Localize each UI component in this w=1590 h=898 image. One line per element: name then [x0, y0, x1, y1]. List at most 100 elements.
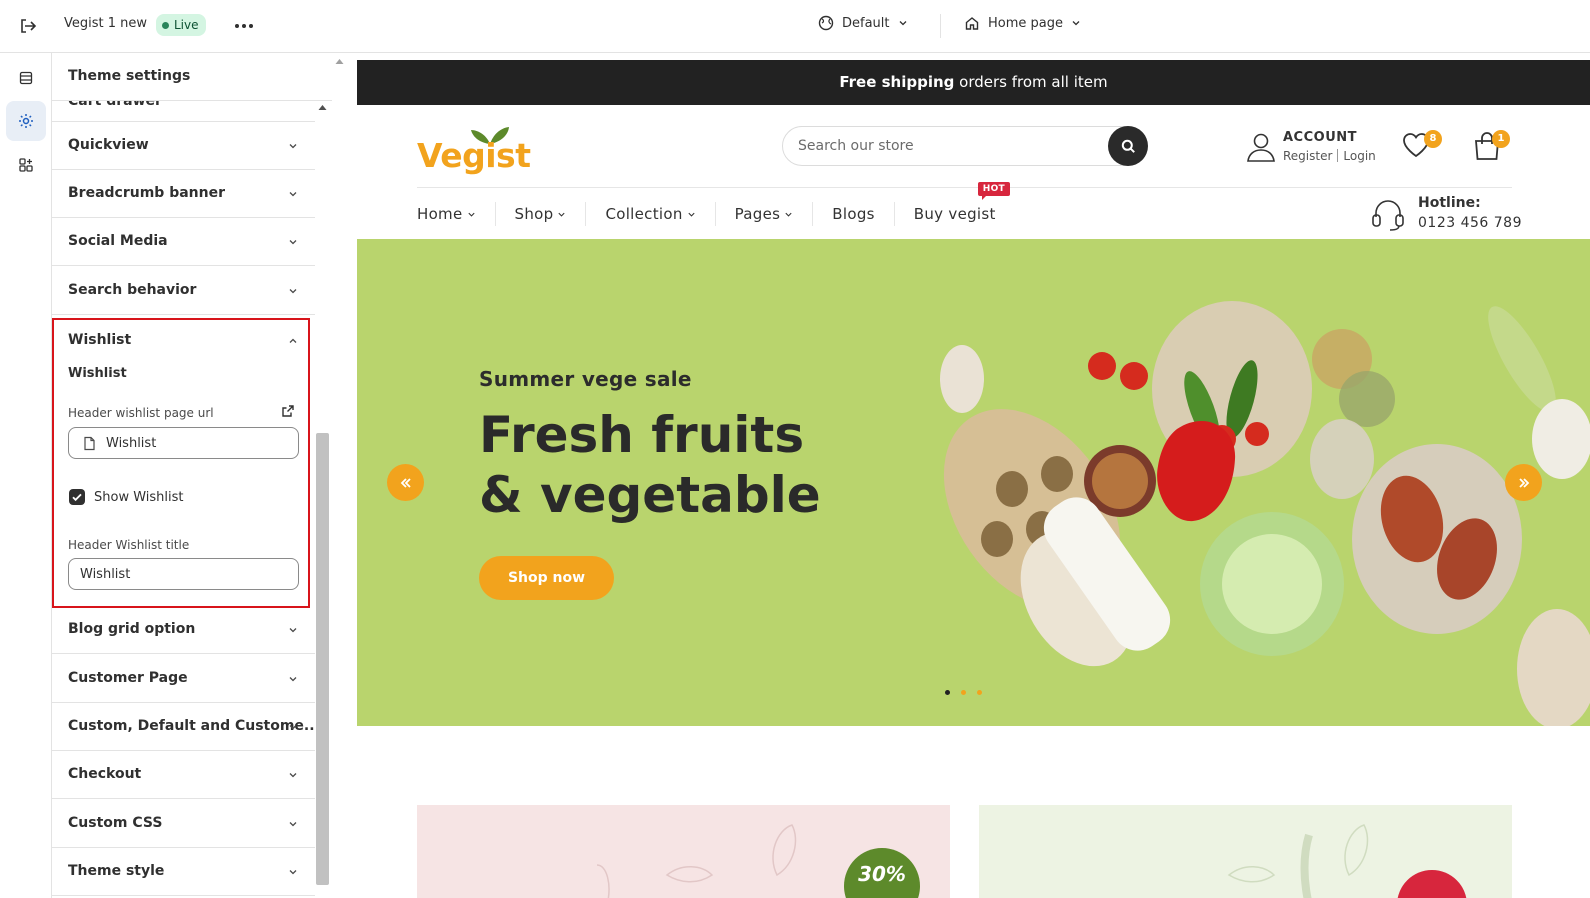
topbar-divider [940, 14, 941, 38]
show-wishlist-checkbox[interactable] [69, 489, 85, 505]
nav-item-home[interactable]: Home [417, 202, 496, 226]
login-link[interactable]: Login [1343, 149, 1375, 163]
nav-label: Home [417, 205, 463, 223]
page-selector[interactable]: Home page [964, 15, 1081, 31]
search-icon [1121, 139, 1135, 153]
panel-scrollbar-thumb[interactable] [316, 433, 329, 885]
section-label: Quickview [68, 137, 149, 153]
chevron-down-icon [785, 212, 792, 217]
store-search-bar[interactable]: Search our store [782, 126, 1148, 166]
section-label: Theme style [68, 863, 165, 879]
announcement-bar: Free shipping orders from all item [357, 60, 1590, 105]
page-label: Home page [988, 15, 1063, 31]
vegetables-hero-image [940, 301, 1590, 726]
nav-item-blogs[interactable]: Blogs [832, 202, 895, 226]
settings-section-custom-css[interactable]: Custom CSS [52, 799, 315, 848]
settings-section-blog-grid-option[interactable]: Blog grid option [52, 605, 315, 654]
search-button[interactable] [1108, 126, 1148, 166]
gear-icon [19, 114, 33, 128]
sections-rail-button[interactable] [6, 58, 46, 98]
double-chevron-right-icon [1518, 477, 1529, 488]
nav-item-pages[interactable]: Pages [735, 202, 814, 226]
settings-section-customer-page[interactable]: Customer Page [52, 654, 315, 703]
slider-dot[interactable] [961, 690, 966, 695]
wishlist-title-input[interactable]: Wishlist [68, 558, 299, 590]
promo-banner-right[interactable] [979, 805, 1512, 898]
theme-selector[interactable]: Default [818, 15, 908, 31]
section-label: Custom, Default and Custome... [68, 718, 320, 734]
headset-icon [1372, 200, 1404, 231]
nav-item-collection[interactable]: Collection [605, 202, 716, 226]
external-link-icon[interactable] [280, 403, 296, 419]
theme-label: Default [842, 15, 890, 31]
slider-next-button[interactable] [1505, 464, 1542, 501]
section-label: Custom CSS [68, 815, 163, 831]
apps-rail-button[interactable] [6, 145, 46, 185]
scroll-up-arrow-icon[interactable] [318, 104, 327, 111]
theme-settings-rail-button[interactable] [6, 101, 46, 141]
slider-dot[interactable] [945, 690, 950, 695]
nav-label: Pages [734, 205, 781, 223]
chevron-down-icon [467, 212, 475, 217]
account-links: Register Login [1283, 149, 1376, 163]
editor-topbar: Vegist 1 new Live Default Home page [0, 0, 1590, 53]
wishlist-url-field[interactable]: Wishlist [68, 427, 299, 459]
user-icon[interactable] [1245, 131, 1277, 163]
wishlist-title-value: Wishlist [80, 567, 131, 582]
chevron-down-icon [289, 677, 297, 682]
chevron-down-icon [289, 725, 297, 730]
store-logo[interactable]: Vegist [417, 122, 531, 178]
nav-label: Shop [514, 205, 554, 223]
section-label: Social Media [68, 233, 168, 249]
search-placeholder: Search our store [798, 138, 914, 154]
wishlist-count-badge: 8 [1424, 130, 1442, 148]
hotline-label: Hotline: [1418, 195, 1481, 211]
page-icon [84, 436, 95, 451]
chevron-down-icon [289, 289, 297, 294]
settings-section-checkout[interactable]: Checkout [52, 750, 315, 799]
announcement-text: orders from all item [954, 73, 1108, 91]
checkmark-icon [72, 493, 82, 502]
register-link[interactable]: Register [1283, 149, 1332, 163]
store-main-nav: Home Shop Collection Pages Blogs Buy veg… [417, 182, 1034, 226]
settings-section-theme-style[interactable]: Theme style [52, 847, 315, 896]
chevron-down-icon [289, 628, 297, 633]
settings-section-search-behavior[interactable]: Search behavior [52, 266, 315, 315]
section-label: Search behavior [68, 282, 197, 298]
account-title: ACCOUNT [1283, 130, 1357, 145]
settings-section-quickview[interactable]: Quickview [52, 121, 315, 170]
slider-dot[interactable] [977, 690, 982, 695]
apps-icon [19, 158, 33, 172]
section-label: Customer Page [68, 670, 188, 686]
promo-banner-left[interactable]: 30% [417, 805, 950, 898]
live-status-label: Live [174, 18, 199, 32]
show-wishlist-label[interactable]: Show Wishlist [94, 490, 184, 505]
chevron-down-icon [899, 21, 906, 26]
double-chevron-left-icon [400, 477, 411, 488]
exit-icon[interactable] [16, 14, 40, 38]
store-preview: Free shipping orders from all item Vegis… [357, 60, 1590, 898]
settings-section-breadcrumb-banner[interactable]: Breadcrumb banner [52, 169, 315, 218]
wishlist-url-label: Header wishlist page url [68, 406, 214, 420]
wishlist-section-title[interactable]: Wishlist [68, 332, 131, 348]
shop-now-button[interactable]: Shop now [479, 556, 614, 600]
home-icon [965, 17, 979, 30]
slider-prev-button[interactable] [387, 464, 424, 501]
nav-item-buy-vegist[interactable]: Buy vegist HOT [914, 182, 1015, 226]
chevron-down-icon [289, 773, 297, 778]
live-status-badge: Live [156, 14, 206, 36]
logo-text: Vegist [417, 136, 531, 175]
scroll-up-arrow-icon[interactable] [335, 58, 344, 65]
wishlist-subheading: Wishlist [68, 366, 127, 381]
link-separator [1337, 149, 1339, 162]
nav-item-shop[interactable]: Shop [515, 202, 587, 226]
chevron-down-icon [289, 144, 297, 149]
settings-section-custom-default[interactable]: Custom, Default and Custome... [52, 702, 320, 751]
settings-section-social-media[interactable]: Social Media [52, 217, 315, 266]
chevron-down-icon [289, 240, 297, 245]
chevron-up-icon[interactable] [288, 336, 298, 346]
chevron-down-icon [289, 870, 297, 875]
theme-settings-panel: Theme settings Cart drawer Quickview Bre… [52, 53, 333, 898]
panel-header: Theme settings [52, 53, 332, 101]
more-actions-button[interactable] [230, 14, 258, 38]
